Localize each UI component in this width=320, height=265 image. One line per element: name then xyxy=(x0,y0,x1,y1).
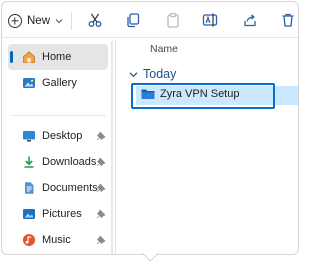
rename-icon xyxy=(202,13,218,27)
delete-button[interactable] xyxy=(279,11,297,29)
sidebar-item-label: Desktop xyxy=(42,130,83,142)
popup-caret xyxy=(141,253,159,265)
sidebar-item-gallery[interactable]: Gallery xyxy=(8,70,108,96)
explorer-panel: New Home Gallery Desktop Downloads Docum… xyxy=(1,1,299,255)
delete-icon xyxy=(282,13,294,27)
cut-button[interactable] xyxy=(86,11,104,29)
sidebar-divider xyxy=(12,115,106,116)
file-item[interactable]: Zyra VPN Setup xyxy=(141,88,239,100)
command-bar: New xyxy=(2,2,298,38)
pin-icon xyxy=(96,183,106,193)
sidebar-item-label: Music xyxy=(42,234,71,246)
sidebar-item-pictures[interactable]: Pictures xyxy=(8,201,108,227)
sidebar-item-downloads[interactable]: Downloads xyxy=(8,149,108,175)
music-icon xyxy=(23,234,35,246)
sidebar-item-label: Downloads xyxy=(42,156,97,168)
sidebar-item-label: Gallery xyxy=(42,77,77,89)
home-icon xyxy=(23,51,35,63)
copy-button[interactable] xyxy=(124,11,142,29)
new-button[interactable]: New xyxy=(8,11,63,31)
download-icon xyxy=(24,156,34,168)
sidebar-item-documents[interactable]: Documents xyxy=(8,175,108,201)
toolbar-divider xyxy=(71,12,72,30)
cut-icon xyxy=(88,13,102,27)
group-label: Today xyxy=(143,67,177,81)
pin-icon xyxy=(96,131,106,141)
chevron-down-icon xyxy=(55,19,63,24)
column-header-name[interactable]: Name xyxy=(150,43,178,55)
copy-icon xyxy=(127,13,140,28)
pictures-icon xyxy=(23,209,35,219)
sidebar-item-music[interactable]: Music xyxy=(8,227,108,253)
sidebar-item-label: Pictures xyxy=(42,208,82,220)
file-explorer-popup: New Home Gallery Desktop Downloads Docum… xyxy=(0,0,300,265)
new-button-label: New xyxy=(27,15,51,27)
sidebar-item-desktop[interactable]: Desktop xyxy=(8,123,108,149)
file-name: Zyra VPN Setup xyxy=(160,88,240,100)
paste-icon xyxy=(167,12,179,28)
share-button[interactable] xyxy=(241,11,259,29)
navigation-pane: Home Gallery Desktop Downloads Documents… xyxy=(2,39,116,254)
rename-button[interactable] xyxy=(201,11,219,29)
desktop-icon xyxy=(23,131,35,142)
sidebar-item-label: Home xyxy=(42,51,72,63)
sidebar-scrollbar[interactable] xyxy=(111,41,113,254)
group-header-today[interactable]: Today xyxy=(129,67,176,81)
file-list: Name Today Zyra VPN Setup xyxy=(117,39,298,254)
pin-icon xyxy=(96,157,106,167)
sidebar-item-home[interactable]: Home xyxy=(8,44,108,70)
pin-icon xyxy=(96,235,106,245)
folder-icon xyxy=(141,89,155,99)
new-plus-icon xyxy=(8,14,22,28)
sidebar-item-label: Documents xyxy=(42,182,98,194)
gallery-icon xyxy=(23,78,35,88)
pin-icon xyxy=(96,209,106,219)
chevron-down-icon xyxy=(129,71,138,77)
share-icon xyxy=(244,14,256,27)
paste-button[interactable] xyxy=(164,11,182,29)
documents-icon xyxy=(25,182,34,194)
